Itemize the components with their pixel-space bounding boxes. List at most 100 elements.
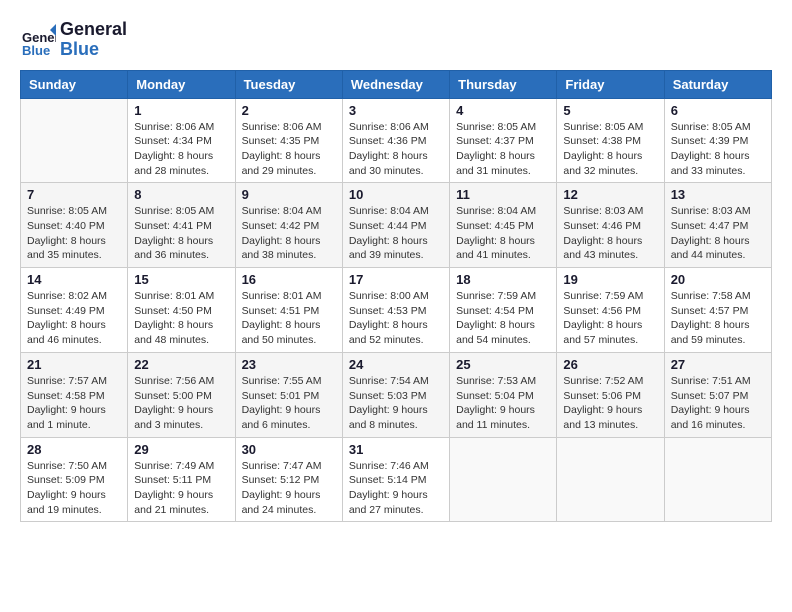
calendar-cell: 30 Sunrise: 7:47 AM Sunset: 5:12 PM Dayli…	[235, 437, 342, 522]
calendar-cell: 24 Sunrise: 7:54 AM Sunset: 5:03 PM Dayli…	[342, 352, 449, 437]
calendar-cell: 16 Sunrise: 8:01 AM Sunset: 4:51 PM Dayli…	[235, 268, 342, 353]
calendar-cell: 17 Sunrise: 8:00 AM Sunset: 4:53 PM Dayli…	[342, 268, 449, 353]
day-info: Sunrise: 8:01 AM Sunset: 4:50 PM Dayligh…	[134, 289, 228, 348]
day-info: Sunrise: 7:46 AM Sunset: 5:14 PM Dayligh…	[349, 459, 443, 518]
day-info: Sunrise: 7:50 AM Sunset: 5:09 PM Dayligh…	[27, 459, 121, 518]
day-number: 15	[134, 272, 228, 287]
calendar-week-row: 14 Sunrise: 8:02 AM Sunset: 4:49 PM Dayli…	[21, 268, 772, 353]
calendar-cell: 9 Sunrise: 8:04 AM Sunset: 4:42 PM Daylig…	[235, 183, 342, 268]
weekday-header-wednesday: Wednesday	[342, 70, 449, 98]
day-info: Sunrise: 7:54 AM Sunset: 5:03 PM Dayligh…	[349, 374, 443, 433]
calendar-cell: 3Sunrise: 8:06 AM Sunset: 4:36 PM Daylig…	[342, 98, 449, 183]
weekday-header-thursday: Thursday	[450, 70, 557, 98]
day-info: Sunrise: 7:59 AM Sunset: 4:56 PM Dayligh…	[563, 289, 657, 348]
day-number: 30	[242, 442, 336, 457]
calendar-week-row: 28Sunrise: 7:50 AM Sunset: 5:09 PM Dayli…	[21, 437, 772, 522]
calendar-cell: 10 Sunrise: 8:04 AM Sunset: 4:44 PM Dayli…	[342, 183, 449, 268]
day-info: Sunrise: 7:53 AM Sunset: 5:04 PM Dayligh…	[456, 374, 550, 433]
calendar-cell: 18Sunrise: 7:59 AM Sunset: 4:54 PM Dayli…	[450, 268, 557, 353]
calendar-week-row: 21 Sunrise: 7:57 AM Sunset: 4:58 PM Dayli…	[21, 352, 772, 437]
calendar-cell: 7 Sunrise: 8:05 AM Sunset: 4:40 PM Daylig…	[21, 183, 128, 268]
weekday-header-tuesday: Tuesday	[235, 70, 342, 98]
day-number: 3	[349, 103, 443, 118]
calendar-cell: 25 Sunrise: 7:53 AM Sunset: 5:04 PM Dayli…	[450, 352, 557, 437]
calendar-cell: 26 Sunrise: 7:52 AM Sunset: 5:06 PM Dayli…	[557, 352, 664, 437]
day-info: Sunrise: 8:05 AM Sunset: 4:39 PM Dayligh…	[671, 120, 765, 179]
day-info: Sunrise: 8:06 AM Sunset: 4:34 PM Dayligh…	[134, 120, 228, 179]
day-info: Sunrise: 7:57 AM Sunset: 4:58 PM Dayligh…	[27, 374, 121, 433]
day-info: Sunrise: 7:55 AM Sunset: 5:01 PM Dayligh…	[242, 374, 336, 433]
calendar-cell: 14 Sunrise: 8:02 AM Sunset: 4:49 PM Dayli…	[21, 268, 128, 353]
day-number: 25	[456, 357, 550, 372]
calendar-cell: 11Sunrise: 8:04 AM Sunset: 4:45 PM Dayli…	[450, 183, 557, 268]
day-number: 14	[27, 272, 121, 287]
logo: General Blue General Blue	[20, 20, 127, 60]
day-number: 10	[349, 187, 443, 202]
day-info: Sunrise: 8:04 AM Sunset: 4:42 PM Dayligh…	[242, 204, 336, 263]
calendar-cell: 31 Sunrise: 7:46 AM Sunset: 5:14 PM Dayli…	[342, 437, 449, 522]
day-info: Sunrise: 8:03 AM Sunset: 4:47 PM Dayligh…	[671, 204, 765, 263]
day-number: 13	[671, 187, 765, 202]
weekday-header-sunday: Sunday	[21, 70, 128, 98]
day-info: Sunrise: 7:56 AM Sunset: 5:00 PM Dayligh…	[134, 374, 228, 433]
day-info: Sunrise: 7:47 AM Sunset: 5:12 PM Dayligh…	[242, 459, 336, 518]
day-info: Sunrise: 8:05 AM Sunset: 4:38 PM Dayligh…	[563, 120, 657, 179]
day-number: 26	[563, 357, 657, 372]
calendar-cell: 19 Sunrise: 7:59 AM Sunset: 4:56 PM Dayli…	[557, 268, 664, 353]
calendar-cell: 2 Sunrise: 8:06 AM Sunset: 4:35 PM Daylig…	[235, 98, 342, 183]
calendar-cell: 28Sunrise: 7:50 AM Sunset: 5:09 PM Dayli…	[21, 437, 128, 522]
calendar-cell: 13 Sunrise: 8:03 AM Sunset: 4:47 PM Dayli…	[664, 183, 771, 268]
calendar-cell: 21 Sunrise: 7:57 AM Sunset: 4:58 PM Dayli…	[21, 352, 128, 437]
day-number: 23	[242, 357, 336, 372]
day-info: Sunrise: 7:52 AM Sunset: 5:06 PM Dayligh…	[563, 374, 657, 433]
page-header: General Blue General Blue	[20, 20, 772, 60]
day-number: 5	[563, 103, 657, 118]
day-number: 17	[349, 272, 443, 287]
calendar-week-row: 7 Sunrise: 8:05 AM Sunset: 4:40 PM Daylig…	[21, 183, 772, 268]
day-number: 27	[671, 357, 765, 372]
calendar-cell: 29Sunrise: 7:49 AM Sunset: 5:11 PM Dayli…	[128, 437, 235, 522]
day-number: 9	[242, 187, 336, 202]
calendar-cell: 1 Sunrise: 8:06 AM Sunset: 4:34 PM Daylig…	[128, 98, 235, 183]
day-number: 22	[134, 357, 228, 372]
logo-line1: General	[60, 20, 127, 40]
day-number: 1	[134, 103, 228, 118]
day-number: 20	[671, 272, 765, 287]
calendar-week-row: 1 Sunrise: 8:06 AM Sunset: 4:34 PM Daylig…	[21, 98, 772, 183]
day-info: Sunrise: 8:05 AM Sunset: 4:40 PM Dayligh…	[27, 204, 121, 263]
svg-text:Blue: Blue	[22, 43, 50, 58]
day-number: 7	[27, 187, 121, 202]
day-info: Sunrise: 7:59 AM Sunset: 4:54 PM Dayligh…	[456, 289, 550, 348]
calendar-cell: 4Sunrise: 8:05 AM Sunset: 4:37 PM Daylig…	[450, 98, 557, 183]
day-info: Sunrise: 8:05 AM Sunset: 4:41 PM Dayligh…	[134, 204, 228, 263]
day-info: Sunrise: 8:06 AM Sunset: 4:35 PM Dayligh…	[242, 120, 336, 179]
day-number: 11	[456, 187, 550, 202]
day-info: Sunrise: 8:01 AM Sunset: 4:51 PM Dayligh…	[242, 289, 336, 348]
calendar-cell	[21, 98, 128, 183]
day-number: 21	[27, 357, 121, 372]
day-info: Sunrise: 8:04 AM Sunset: 4:44 PM Dayligh…	[349, 204, 443, 263]
day-info: Sunrise: 7:58 AM Sunset: 4:57 PM Dayligh…	[671, 289, 765, 348]
day-info: Sunrise: 8:00 AM Sunset: 4:53 PM Dayligh…	[349, 289, 443, 348]
calendar-cell: 20 Sunrise: 7:58 AM Sunset: 4:57 PM Dayli…	[664, 268, 771, 353]
calendar-table: SundayMondayTuesdayWednesdayThursdayFrid…	[20, 70, 772, 523]
day-info: Sunrise: 8:02 AM Sunset: 4:49 PM Dayligh…	[27, 289, 121, 348]
calendar-cell: 23 Sunrise: 7:55 AM Sunset: 5:01 PM Dayli…	[235, 352, 342, 437]
calendar-cell: 15 Sunrise: 8:01 AM Sunset: 4:50 PM Dayli…	[128, 268, 235, 353]
day-info: Sunrise: 8:05 AM Sunset: 4:37 PM Dayligh…	[456, 120, 550, 179]
day-info: Sunrise: 7:51 AM Sunset: 5:07 PM Dayligh…	[671, 374, 765, 433]
day-number: 2	[242, 103, 336, 118]
calendar-cell: 8 Sunrise: 8:05 AM Sunset: 4:41 PM Daylig…	[128, 183, 235, 268]
calendar-cell: 6Sunrise: 8:05 AM Sunset: 4:39 PM Daylig…	[664, 98, 771, 183]
day-number: 19	[563, 272, 657, 287]
weekday-header-friday: Friday	[557, 70, 664, 98]
day-number: 12	[563, 187, 657, 202]
day-number: 8	[134, 187, 228, 202]
day-number: 24	[349, 357, 443, 372]
day-info: Sunrise: 7:49 AM Sunset: 5:11 PM Dayligh…	[134, 459, 228, 518]
day-number: 16	[242, 272, 336, 287]
day-info: Sunrise: 8:03 AM Sunset: 4:46 PM Dayligh…	[563, 204, 657, 263]
day-number: 31	[349, 442, 443, 457]
weekday-header-monday: Monday	[128, 70, 235, 98]
calendar-cell	[450, 437, 557, 522]
